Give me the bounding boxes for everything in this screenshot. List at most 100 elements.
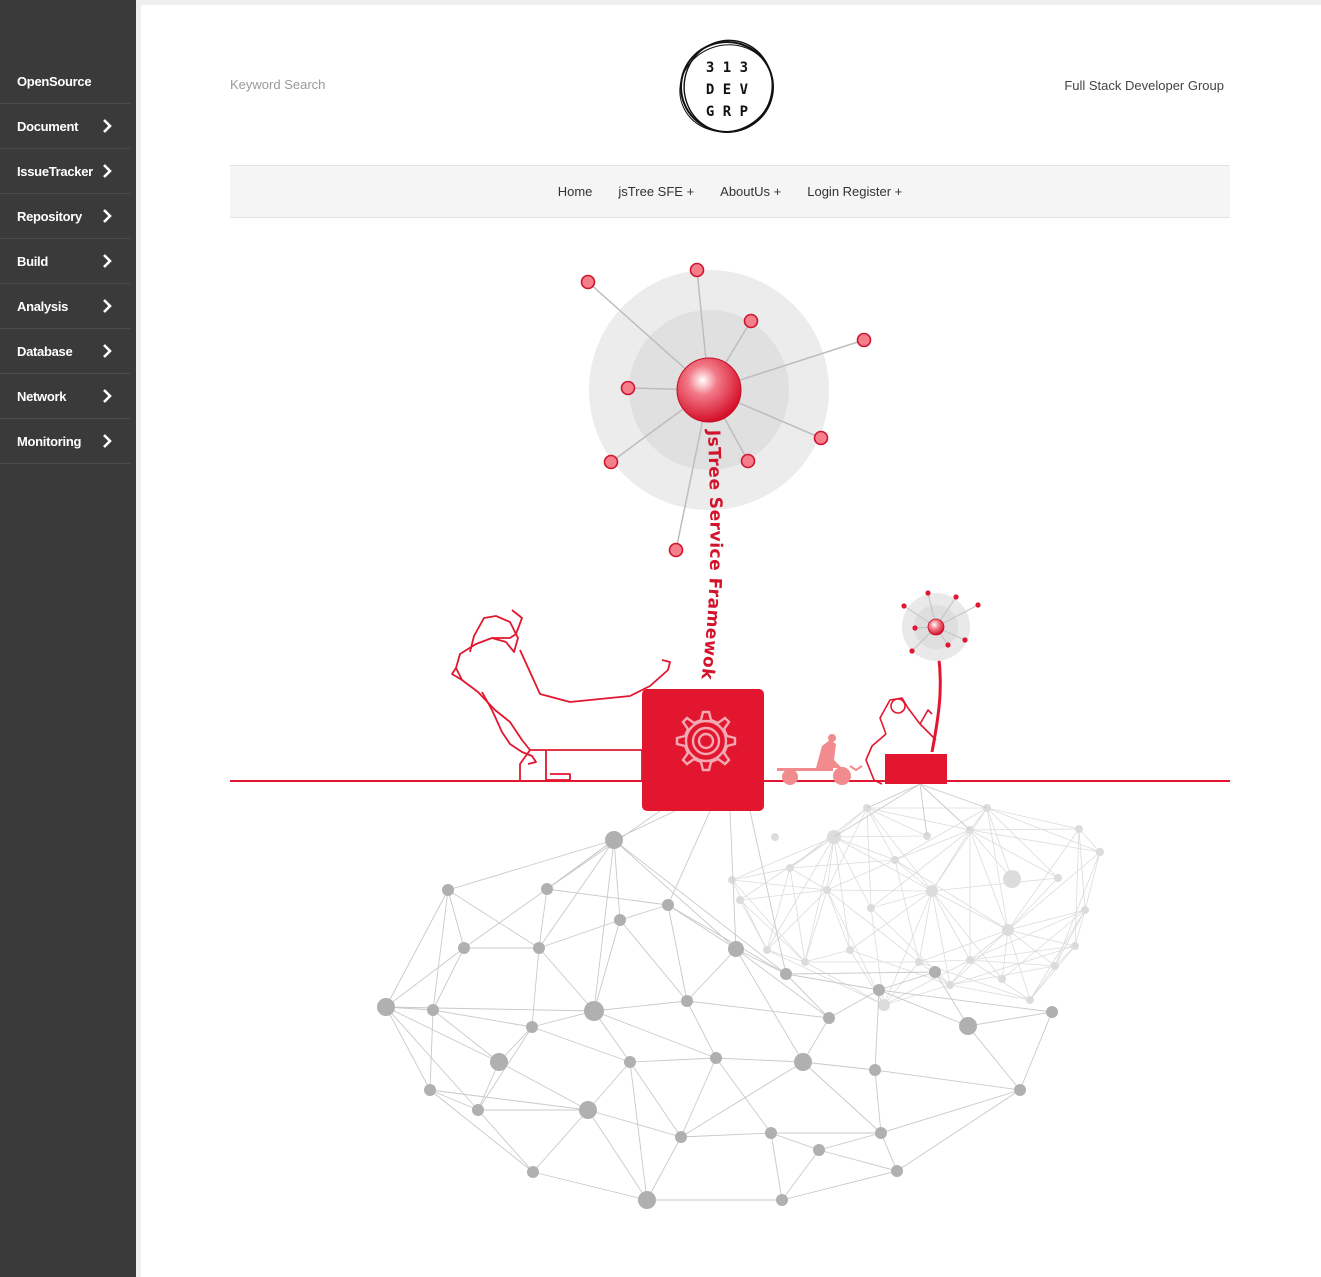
network-node (424, 1084, 436, 1096)
sidebar-item-label: Repository (17, 208, 82, 224)
network-light-link (866, 807, 872, 909)
network-light-node (728, 876, 736, 884)
network-tie-link (546, 810, 661, 890)
network-link (432, 1009, 500, 1063)
network-link (385, 889, 449, 1008)
sidebar-item-opensource[interactable]: OpenSource (0, 59, 130, 104)
network-light-link (766, 867, 791, 951)
network-light-link (804, 836, 835, 963)
sitting-person-illustration (865, 590, 981, 785)
network-link (613, 839, 737, 950)
network-link (686, 1000, 830, 1019)
network-light-link (870, 829, 971, 909)
network-light-link (918, 890, 933, 963)
small-figures-illustration (777, 734, 863, 785)
sidebar-item-label: Analysis (17, 298, 69, 314)
sidebar-item-analysis[interactable]: Analysis (0, 284, 130, 329)
network-link (432, 889, 449, 1011)
network-light-node (1002, 924, 1014, 936)
network-light-link (969, 828, 1080, 831)
network-light-node (891, 856, 899, 864)
nav-home[interactable]: Home (558, 184, 593, 199)
network-link (477, 1109, 534, 1173)
network-light-node (915, 958, 923, 966)
network-node (638, 1191, 656, 1209)
network-node (526, 1021, 538, 1033)
sidebar-item-repository[interactable]: Repository (0, 194, 130, 239)
network-link (385, 1006, 500, 1063)
network-tie-link (833, 783, 921, 838)
network-link (686, 1000, 717, 1059)
logo-graphic: 3 1 3 D E V G R P (679, 39, 774, 133)
network-light-link (731, 836, 835, 881)
network-node (377, 998, 395, 1016)
sidebar-item-label: Build (17, 253, 48, 269)
hero-illustration: JsTree Service Framewok (230, 240, 1230, 1240)
sidebar-item-document[interactable]: Document (0, 104, 130, 149)
network-light-link (1054, 909, 1086, 967)
network-node (605, 831, 623, 849)
search-input[interactable] (230, 77, 430, 92)
network-node (614, 914, 626, 926)
network-light-link (833, 835, 928, 838)
sidebar-item-network[interactable]: Network (0, 374, 130, 419)
network-light-link (969, 829, 1013, 880)
network-light-link (1029, 945, 1076, 1001)
network-link (447, 839, 615, 891)
network-link (686, 948, 737, 1002)
network-link (680, 1061, 804, 1138)
logo-row3: G R P (706, 104, 748, 120)
network-link (432, 947, 465, 1011)
network-link (619, 919, 688, 1002)
network-link (967, 1025, 1021, 1091)
network-link (770, 1132, 783, 1201)
network-link (531, 1026, 631, 1063)
network-graph (377, 783, 1058, 1209)
sidebar-item-label: Network (17, 388, 67, 404)
chevron-right-icon (103, 164, 112, 178)
network-link (880, 1132, 898, 1172)
network-tie-link (919, 783, 928, 837)
sidebar-item-database[interactable]: Database (0, 329, 130, 374)
gear-box[interactable] (642, 689, 764, 811)
nav-login-register[interactable]: Login Register + (807, 184, 902, 199)
chevron-right-icon (103, 434, 112, 448)
network-node (776, 1194, 788, 1206)
network-link (781, 1170, 898, 1201)
network-node (541, 883, 553, 895)
network-link (1019, 1011, 1053, 1091)
nav-jstree-sfe[interactable]: jsTree SFE + (618, 184, 694, 199)
network-link (880, 1089, 1021, 1134)
network-node (780, 968, 792, 980)
network-tie-link (919, 783, 971, 831)
network-light-link (894, 859, 920, 963)
nav-about-us[interactable]: AboutUs + (720, 184, 781, 199)
network-link (680, 1132, 772, 1138)
network-link (593, 919, 621, 1012)
network-link (967, 1011, 1053, 1027)
logo-row2: D E V (706, 82, 749, 98)
network-light-link (949, 984, 1031, 1001)
sidebar: OpenSource Document IssueTracker Reposit… (0, 0, 136, 1277)
sidebar-item-build[interactable]: Build (0, 239, 130, 284)
network-light-link (870, 890, 933, 909)
network-light-node (1026, 996, 1034, 1004)
chevron-right-icon (103, 209, 112, 223)
network-link (538, 888, 548, 949)
sidebar-item-issuetracker[interactable]: IssueTracker (0, 149, 130, 194)
network-light-link (931, 877, 1059, 892)
chevron-right-icon (103, 389, 112, 403)
network-light-node (946, 981, 954, 989)
network-link (896, 1089, 1021, 1172)
network-light-link (1029, 909, 1086, 1001)
network-link (715, 1057, 772, 1134)
network-light-node (966, 956, 974, 964)
network-link (593, 1010, 717, 1059)
logo-row1: 3 1 3 (706, 60, 748, 76)
sidebar-item-monitoring[interactable]: Monitoring (0, 419, 130, 464)
network-node (662, 899, 674, 911)
main-page: 3 1 3 D E V G R P Full Stack Developer G… (141, 5, 1321, 1277)
site-logo[interactable]: 3 1 3 D E V G R P (675, 37, 779, 137)
network-node (490, 1053, 508, 1071)
hub-cluster (580, 262, 872, 558)
